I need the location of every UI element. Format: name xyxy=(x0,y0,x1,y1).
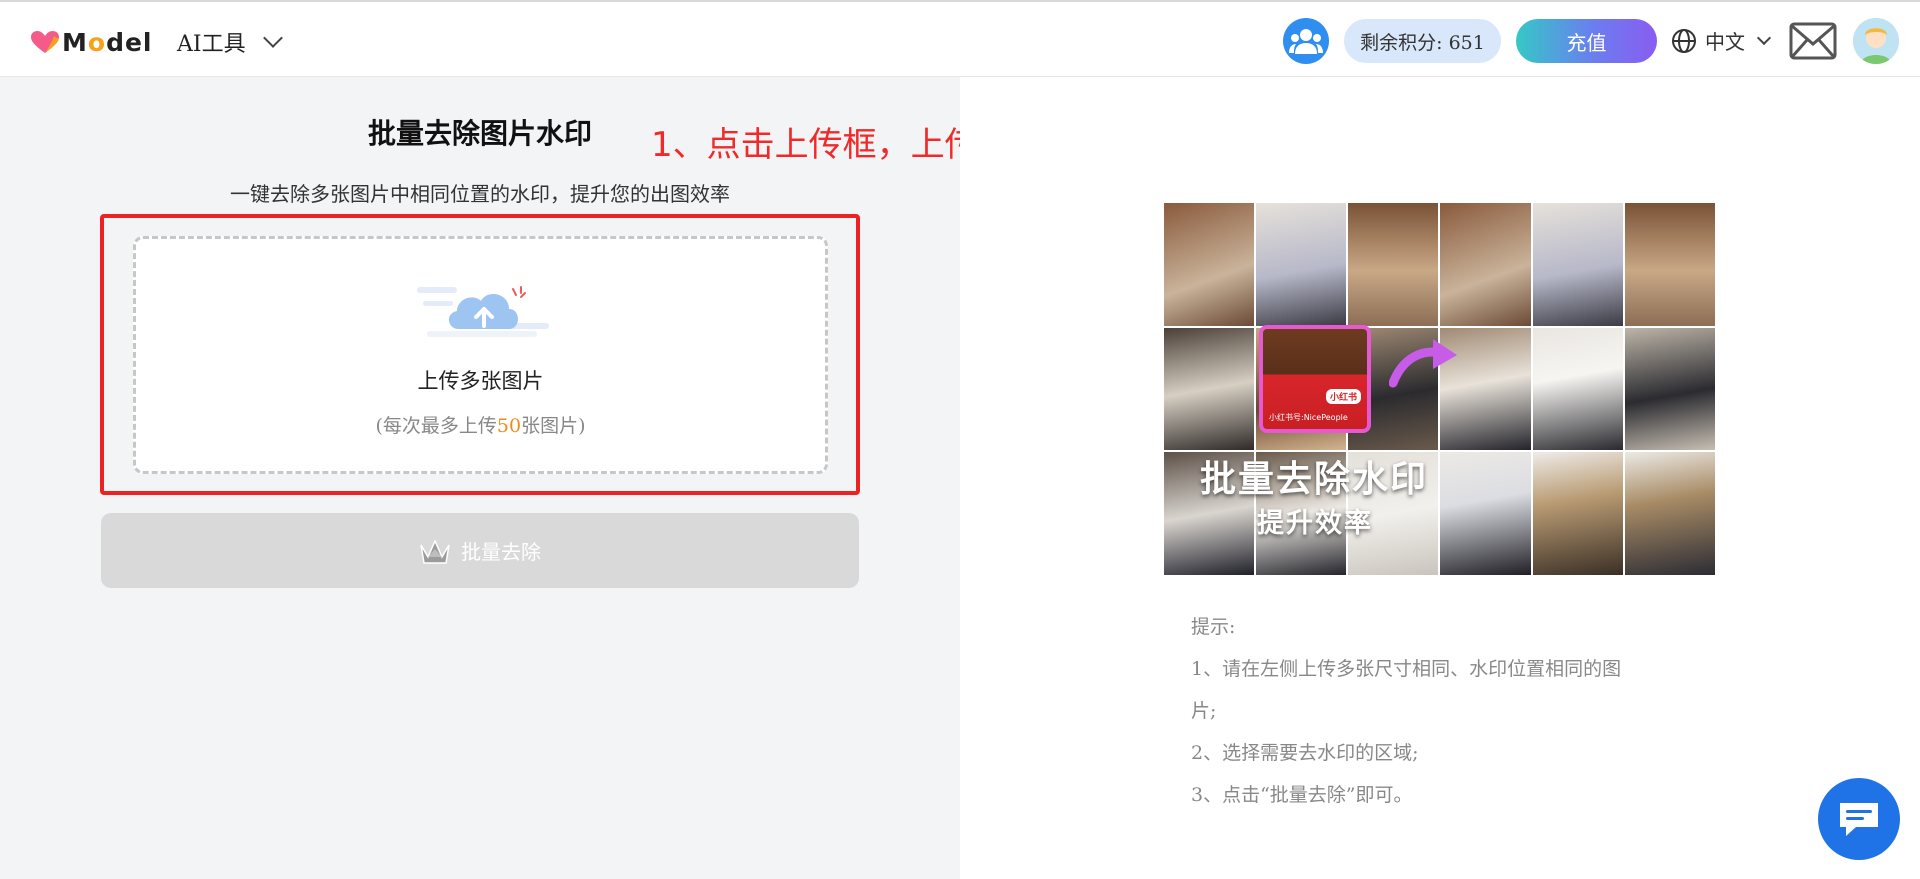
chat-button[interactable] xyxy=(1818,778,1900,860)
page-subtitle: 一键去除多张图片中相同位置的水印，提升您的出图效率 xyxy=(230,182,730,206)
demo-photo xyxy=(1624,203,1715,326)
chat-icon xyxy=(1840,803,1878,836)
tip-line: 2、选择需要去水印的区域; xyxy=(1191,742,1419,764)
upload-limit-hint: (每次最多上传50张图片) xyxy=(375,415,586,437)
demo-photo-grid xyxy=(1164,203,1715,575)
language-selector[interactable]: 中文 xyxy=(1671,26,1772,55)
demo-photo xyxy=(1440,203,1531,326)
tips-section: 提示: 1、请在左侧上传多张尺寸相同、水印位置相同的图 片; 2、选择需要去水印… xyxy=(1191,606,1691,816)
top-header: Model AI工具 剩余积分: 651 充值 中文 xyxy=(0,0,1920,77)
demo-photo xyxy=(1532,452,1623,575)
demo-photo xyxy=(1624,452,1715,575)
demo-photo xyxy=(1532,327,1623,451)
demo-photo xyxy=(1624,327,1715,451)
demo-overlay-subtitle: 提升效率 xyxy=(1257,508,1373,539)
demo-photo xyxy=(1348,203,1439,326)
heart-logo-icon xyxy=(31,31,59,53)
batch-remove-button[interactable]: 批量去除 xyxy=(101,513,859,588)
ai-tools-label: AI工具 xyxy=(177,32,246,57)
batch-remove-label: 批量去除 xyxy=(461,542,541,564)
globe-icon xyxy=(1672,28,1696,53)
points-balance: 剩余积分: 651 xyxy=(1344,19,1501,63)
chevron-down-icon xyxy=(262,28,283,48)
watermark-badge: 小红书 xyxy=(1325,389,1361,404)
tip-line: 片; xyxy=(1191,700,1217,722)
tip-line: 3、点击“批量去除”即可。 xyxy=(1191,784,1413,806)
community-icon[interactable] xyxy=(1283,18,1329,64)
arrow-right-icon xyxy=(1389,339,1457,388)
demo-photo xyxy=(1164,327,1255,451)
avatar-icon[interactable] xyxy=(1853,18,1899,64)
people-glyph xyxy=(1289,29,1323,54)
demo-photo xyxy=(1164,203,1255,326)
logo[interactable]: Model xyxy=(30,26,153,58)
ai-tools-menu[interactable]: AI工具 xyxy=(177,26,283,58)
upload-dropzone[interactable]: 上传多张图片 (每次最多上传50张图片) xyxy=(133,236,828,474)
recharge-button[interactable]: 充值 xyxy=(1516,19,1657,63)
demo-image: 小红书 小红书号:NicePeople 批量去除水印 提升效率 xyxy=(1164,203,1715,575)
crown-icon xyxy=(420,538,450,564)
demo-overlay-title: 批量去除水印 xyxy=(1200,459,1429,500)
tip-line: 1、请在左侧上传多张尺寸相同、水印位置相同的图 xyxy=(1191,658,1622,680)
watermark-caption: 小红书号:NicePeople xyxy=(1269,413,1348,422)
demo-photo xyxy=(1532,203,1623,326)
cloud-upload-icon xyxy=(417,286,549,337)
logo-text: Model xyxy=(62,27,153,57)
mail-icon[interactable] xyxy=(1789,22,1837,60)
tips-heading: 提示: xyxy=(1191,616,1236,638)
watermark-sample: 小红书 小红书号:NicePeople xyxy=(1259,325,1371,433)
upload-label: 上传多张图片 xyxy=(417,369,544,393)
language-label: 中文 xyxy=(1705,30,1745,54)
chevron-down-icon xyxy=(1756,30,1772,45)
demo-photo xyxy=(1256,203,1347,326)
demo-photo xyxy=(1440,452,1531,575)
